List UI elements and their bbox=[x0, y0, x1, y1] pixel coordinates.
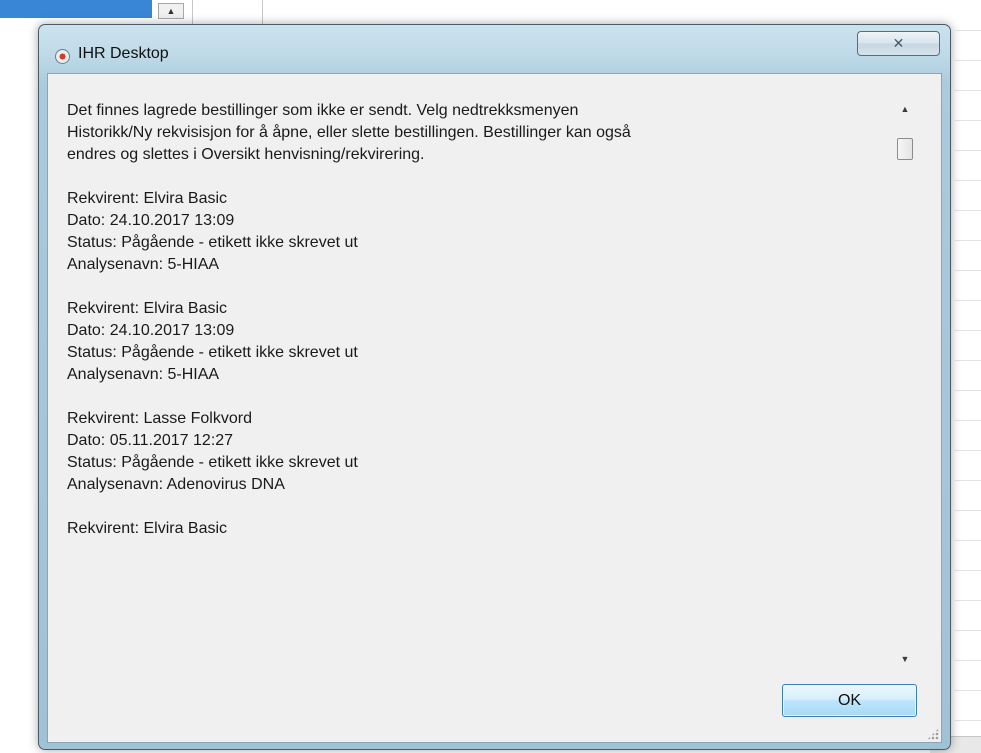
order-status: Status: Pågående - etikett ikke skrevet … bbox=[67, 454, 358, 471]
order-entry-partial: Rekvirent: Elvira Basic bbox=[67, 518, 896, 540]
order-entry: Rekvirent: Elvira Basic Dato: 24.10.2017… bbox=[67, 298, 896, 386]
order-entry: Rekvirent: Lasse Folkvord Dato: 05.11.20… bbox=[67, 408, 896, 496]
message-dialog: IHR Desktop ✕ Det finnes lagrede bestill… bbox=[38, 24, 951, 750]
close-icon: ✕ bbox=[892, 35, 905, 51]
app-icon bbox=[55, 49, 70, 64]
order-dato: Dato: 24.10.2017 13:09 bbox=[67, 212, 235, 229]
dialog-client-area: Det finnes lagrede bestillinger som ikke… bbox=[47, 73, 942, 743]
close-button[interactable]: ✕ bbox=[857, 31, 940, 56]
scroll-up-arrow-icon[interactable]: ▲ bbox=[896, 101, 914, 118]
resize-grip-icon[interactable] bbox=[927, 728, 939, 740]
scrollbar-thumb[interactable] bbox=[897, 138, 913, 160]
order-rekvirent: Rekvirent: Lasse Folkvord bbox=[67, 410, 252, 427]
order-analyse: Analysenavn: Adenovirus DNA bbox=[67, 476, 285, 493]
order-dato: Dato: 24.10.2017 13:09 bbox=[67, 322, 235, 339]
order-analyse: Analysenavn: 5-HIAA bbox=[67, 366, 220, 383]
order-entry: Rekvirent: Elvira Basic Dato: 24.10.2017… bbox=[67, 188, 896, 276]
order-status: Status: Pågående - etikett ikke skrevet … bbox=[67, 234, 358, 251]
scroll-down-arrow-icon[interactable]: ▼ bbox=[896, 651, 914, 668]
window-title: IHR Desktop bbox=[78, 45, 169, 62]
order-rekvirent: Rekvirent: Elvira Basic bbox=[67, 190, 228, 207]
order-analyse: Analysenavn: 5-HIAA bbox=[67, 256, 220, 273]
message-text-area[interactable]: Det finnes lagrede bestillinger som ikke… bbox=[67, 100, 896, 660]
intro-paragraph: Det finnes lagrede bestillinger som ikke… bbox=[67, 102, 631, 163]
order-rekvirent: Rekvirent: Elvira Basic bbox=[67, 520, 228, 537]
vertical-scrollbar[interactable]: ▲ ▼ bbox=[896, 100, 914, 668]
background-selection-bar bbox=[0, 0, 152, 18]
order-rekvirent: Rekvirent: Elvira Basic bbox=[67, 300, 228, 317]
order-dato: Dato: 05.11.2017 12:27 bbox=[67, 432, 234, 449]
order-status: Status: Pågående - etikett ikke skrevet … bbox=[67, 344, 358, 361]
ok-button[interactable]: OK bbox=[782, 684, 917, 717]
background-spreadsheet-grid bbox=[955, 0, 981, 753]
background-scroll-up-button[interactable]: ▲ bbox=[158, 3, 184, 19]
